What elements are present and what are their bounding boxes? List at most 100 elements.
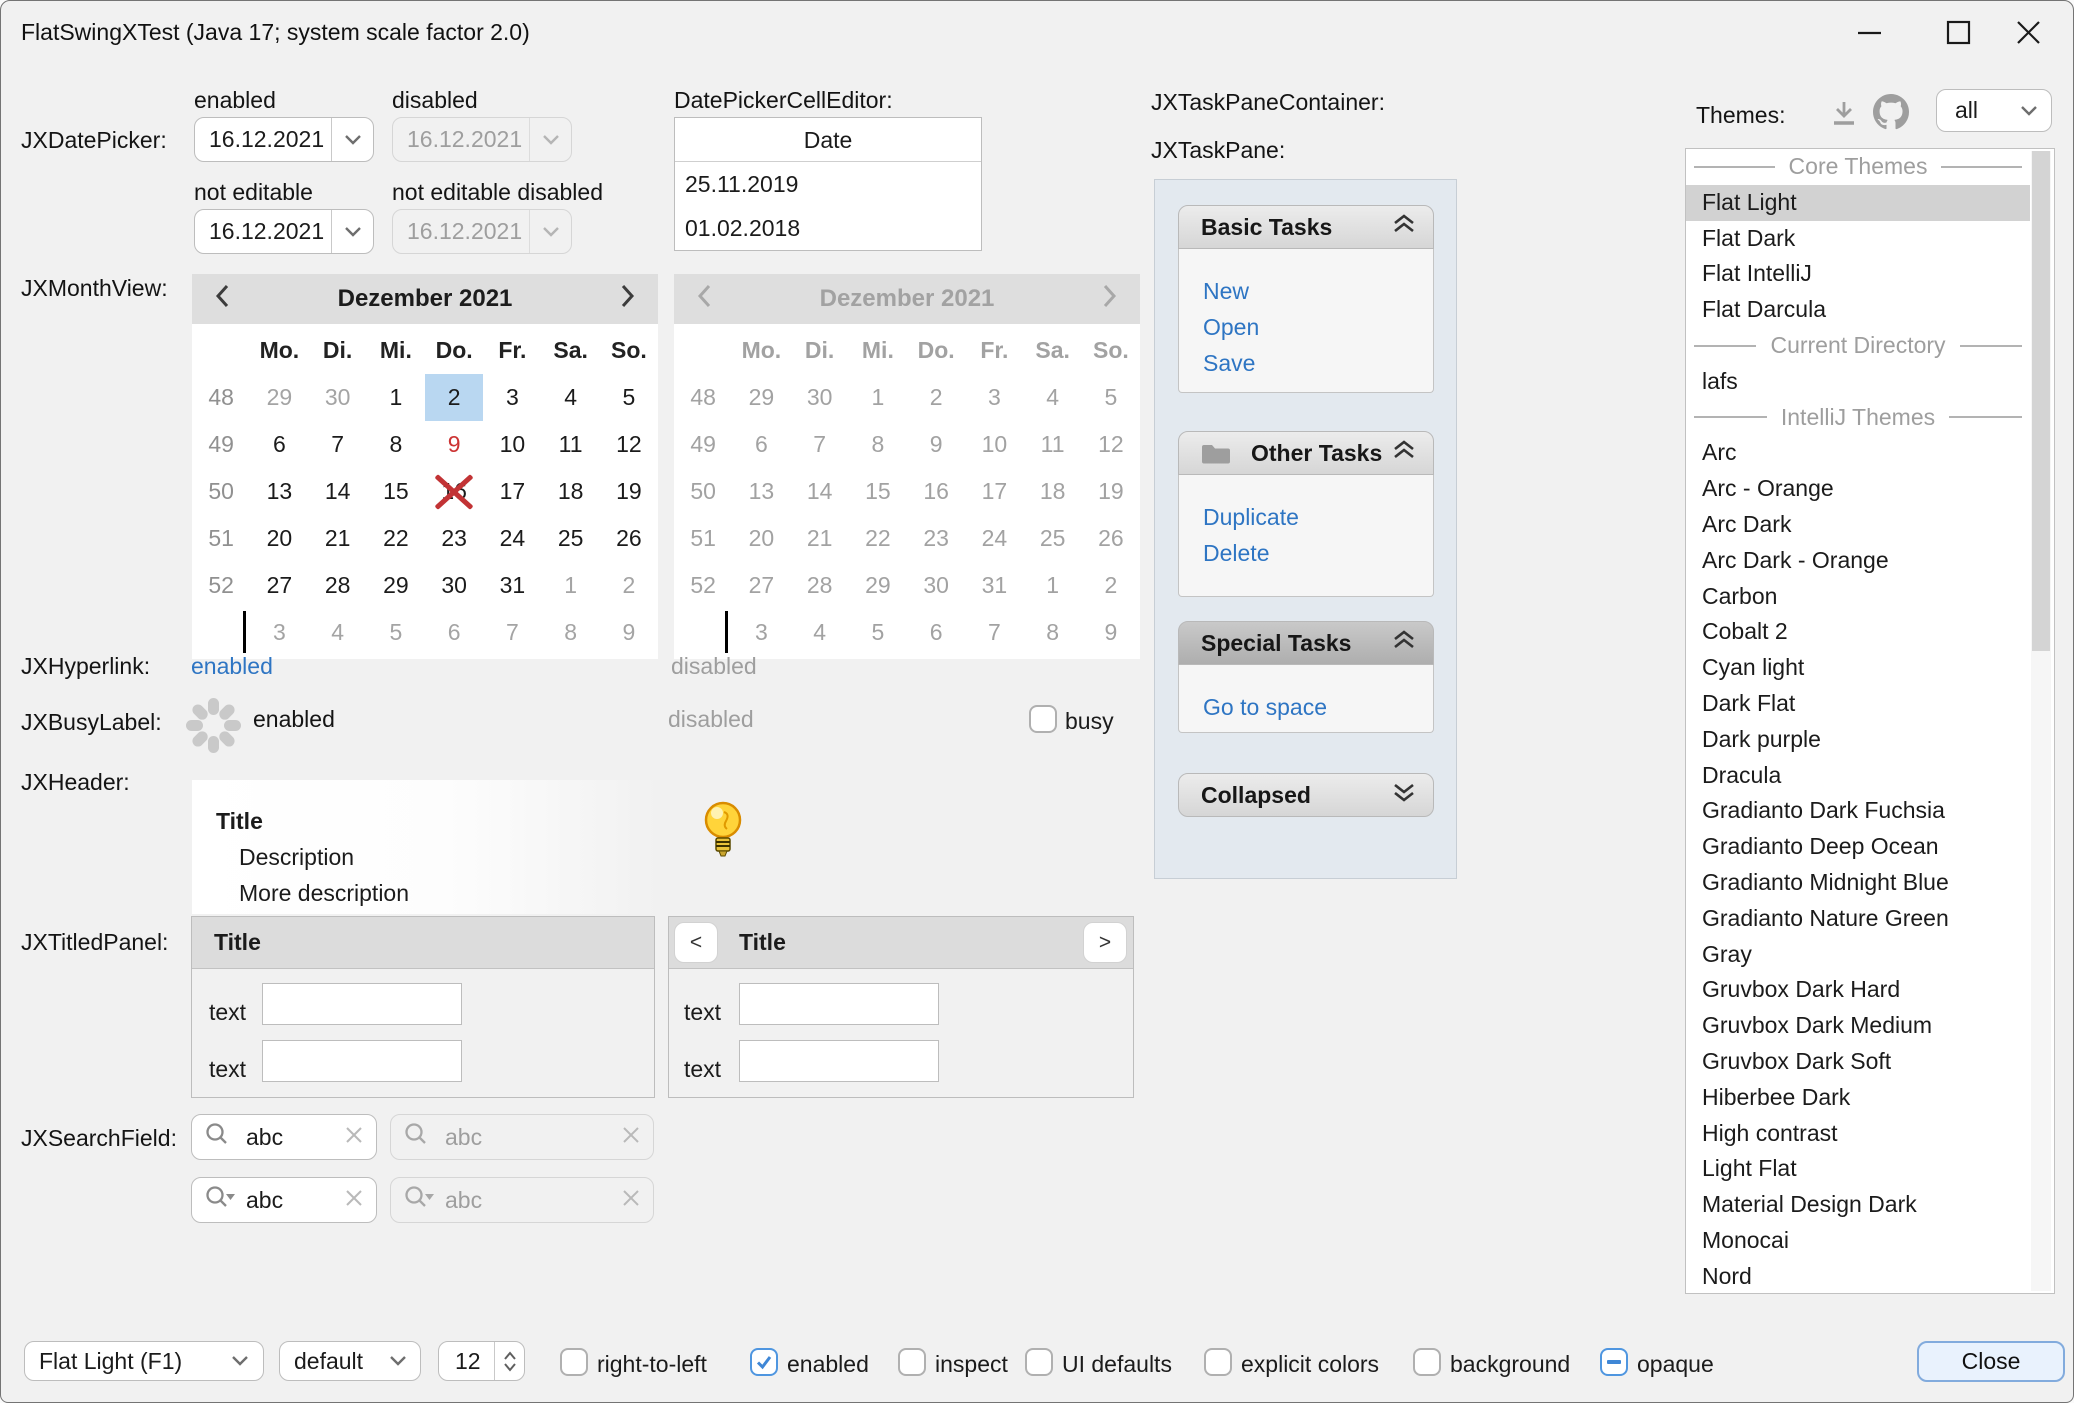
day-cell[interactable]: 29 (250, 374, 308, 421)
taskpane-header[interactable]: Basic Tasks (1178, 205, 1434, 249)
theme-item[interactable]: Arc - Orange (1686, 471, 2030, 507)
taskpane-header[interactable]: Collapsed (1178, 773, 1434, 817)
checkbox-inspect[interactable] (898, 1348, 926, 1376)
prev-button[interactable]: < (674, 922, 718, 963)
theme-item[interactable]: Cyan light (1686, 650, 2030, 686)
checkbox-enabled[interactable] (750, 1348, 778, 1376)
hyperlink-enabled[interactable]: enabled (191, 653, 273, 680)
taskpane-header[interactable]: Other Tasks (1178, 431, 1434, 475)
day-cell[interactable]: 15 (367, 468, 425, 515)
collapse-chevron-up-icon[interactable] (1391, 629, 1417, 657)
day-cell[interactable]: 14 (309, 468, 367, 515)
style-combo-value[interactable]: default (280, 1342, 376, 1380)
day-cell[interactable]: 30 (425, 562, 483, 609)
day-cell[interactable]: 18 (542, 468, 600, 515)
collapse-chevron-up-icon[interactable] (1391, 439, 1417, 467)
prev-month-icon[interactable] (214, 283, 230, 315)
search-input-value[interactable]: abc (236, 1187, 344, 1214)
day-cell[interactable]: 3 (483, 374, 541, 421)
checkbox-label[interactable]: enabled (787, 1351, 869, 1378)
checkbox-opaque[interactable] (1600, 1348, 1628, 1376)
theme-item[interactable]: Dracula (1686, 758, 2030, 794)
scrollbar-thumb[interactable] (2032, 151, 2050, 651)
day-cell[interactable]: 4 (309, 609, 367, 656)
day-cell[interactable]: 4 (542, 374, 600, 421)
search-field[interactable]: abc (191, 1114, 377, 1160)
theme-item[interactable]: Gruvbox Dark Medium (1686, 1008, 2030, 1044)
checkbox-label[interactable]: opaque (1637, 1351, 1714, 1378)
datepicker-not-editable-value[interactable]: 16.12.2021 (195, 210, 331, 253)
search-input-value[interactable]: abc (236, 1124, 344, 1151)
day-cell[interactable]: 2 (425, 374, 483, 421)
day-cell[interactable]: 28 (309, 562, 367, 609)
day-cell[interactable]: 16 (425, 468, 483, 515)
day-cell[interactable]: 1 (542, 562, 600, 609)
style-combo[interactable]: default (279, 1341, 421, 1381)
next-month-icon[interactable] (620, 283, 636, 315)
theme-item[interactable]: Gradianto Midnight Blue (1686, 865, 2030, 901)
theme-item[interactable]: Light Flat (1686, 1151, 2030, 1187)
theme-item[interactable]: lafs (1686, 364, 2030, 400)
spinner-up-icon[interactable] (503, 1351, 517, 1360)
day-cell[interactable]: 5 (367, 609, 425, 656)
day-cell[interactable]: 5 (600, 374, 658, 421)
day-cell[interactable]: 9 (600, 609, 658, 656)
theme-item[interactable]: Gradianto Nature Green (1686, 901, 2030, 937)
laf-combo-value[interactable]: Flat Light (F1) (25, 1342, 217, 1380)
datepicker-enabled[interactable]: 16.12.2021 (194, 117, 374, 162)
day-cell[interactable]: 8 (542, 609, 600, 656)
taskpane-link[interactable]: Duplicate (1203, 499, 1433, 535)
datepicker-not-editable[interactable]: 16.12.2021 (194, 209, 374, 254)
theme-item[interactable]: Flat IntelliJ (1686, 256, 2030, 292)
theme-item[interactable]: Flat Light (1686, 185, 2030, 221)
day-cell[interactable]: 7 (483, 609, 541, 656)
theme-item[interactable]: Carbon (1686, 579, 2030, 615)
theme-item[interactable]: Gray (1686, 937, 2030, 973)
day-cell[interactable]: 20 (250, 515, 308, 562)
theme-item[interactable]: Arc Dark (1686, 507, 2030, 543)
theme-item[interactable]: Nord (1686, 1259, 2030, 1294)
day-cell[interactable]: 3 (250, 609, 308, 656)
theme-item[interactable]: Hiberbee Dark (1686, 1080, 2030, 1116)
theme-item[interactable]: Flat Dark (1686, 221, 2030, 257)
chevron-down-icon[interactable] (376, 1342, 420, 1380)
themes-filter-value[interactable]: all (1937, 90, 2007, 131)
day-cell[interactable]: 7 (309, 421, 367, 468)
taskpane-link[interactable]: Open (1203, 309, 1433, 345)
font-size-spinner[interactable]: 12 (438, 1341, 525, 1381)
day-cell[interactable]: 23 (425, 515, 483, 562)
maximize-button[interactable] (1935, 12, 1981, 52)
theme-item[interactable]: Monocai (1686, 1223, 2030, 1259)
theme-item[interactable]: Dark purple (1686, 722, 2030, 758)
table-row-date[interactable]: 25.11.2019 (675, 162, 981, 206)
collapse-chevron-down-icon[interactable] (1391, 781, 1417, 809)
day-cell[interactable]: 9 (425, 421, 483, 468)
download-themes-button[interactable] (1830, 99, 1858, 129)
day-cell[interactable]: 26 (600, 515, 658, 562)
clear-icon[interactable] (344, 1187, 364, 1214)
close-button[interactable]: Close (1917, 1341, 2065, 1382)
day-cell[interactable]: 2 (600, 562, 658, 609)
day-cell[interactable]: 30 (309, 374, 367, 421)
theme-item[interactable]: Cobalt 2 (1686, 614, 2030, 650)
theme-item[interactable]: Material Design Dark (1686, 1187, 2030, 1223)
clear-icon[interactable] (344, 1124, 364, 1151)
taskpane-link[interactable]: Go to space (1203, 689, 1433, 725)
close-window-button[interactable] (2005, 12, 2051, 52)
taskpane-header[interactable]: Special Tasks (1178, 621, 1434, 665)
font-size-value[interactable]: 12 (439, 1342, 494, 1380)
taskpane-link[interactable]: Delete (1203, 535, 1433, 571)
text-input[interactable] (739, 983, 939, 1025)
theme-item[interactable]: Gradianto Dark Fuchsia (1686, 793, 2030, 829)
next-button[interactable]: > (1083, 922, 1127, 963)
day-cell[interactable]: 25 (542, 515, 600, 562)
theme-item[interactable]: Arc (1686, 435, 2030, 471)
checkbox-label[interactable]: UI defaults (1062, 1351, 1172, 1378)
theme-item[interactable]: Gradianto Deep Ocean (1686, 829, 2030, 865)
day-cell[interactable]: 12 (600, 421, 658, 468)
text-input[interactable] (739, 1040, 939, 1082)
checkbox-explicit-colors[interactable] (1204, 1348, 1232, 1376)
chevron-down-icon[interactable] (331, 210, 373, 253)
theme-item[interactable]: Dark Flat (1686, 686, 2030, 722)
themes-scrollbar[interactable] (2031, 151, 2051, 1291)
